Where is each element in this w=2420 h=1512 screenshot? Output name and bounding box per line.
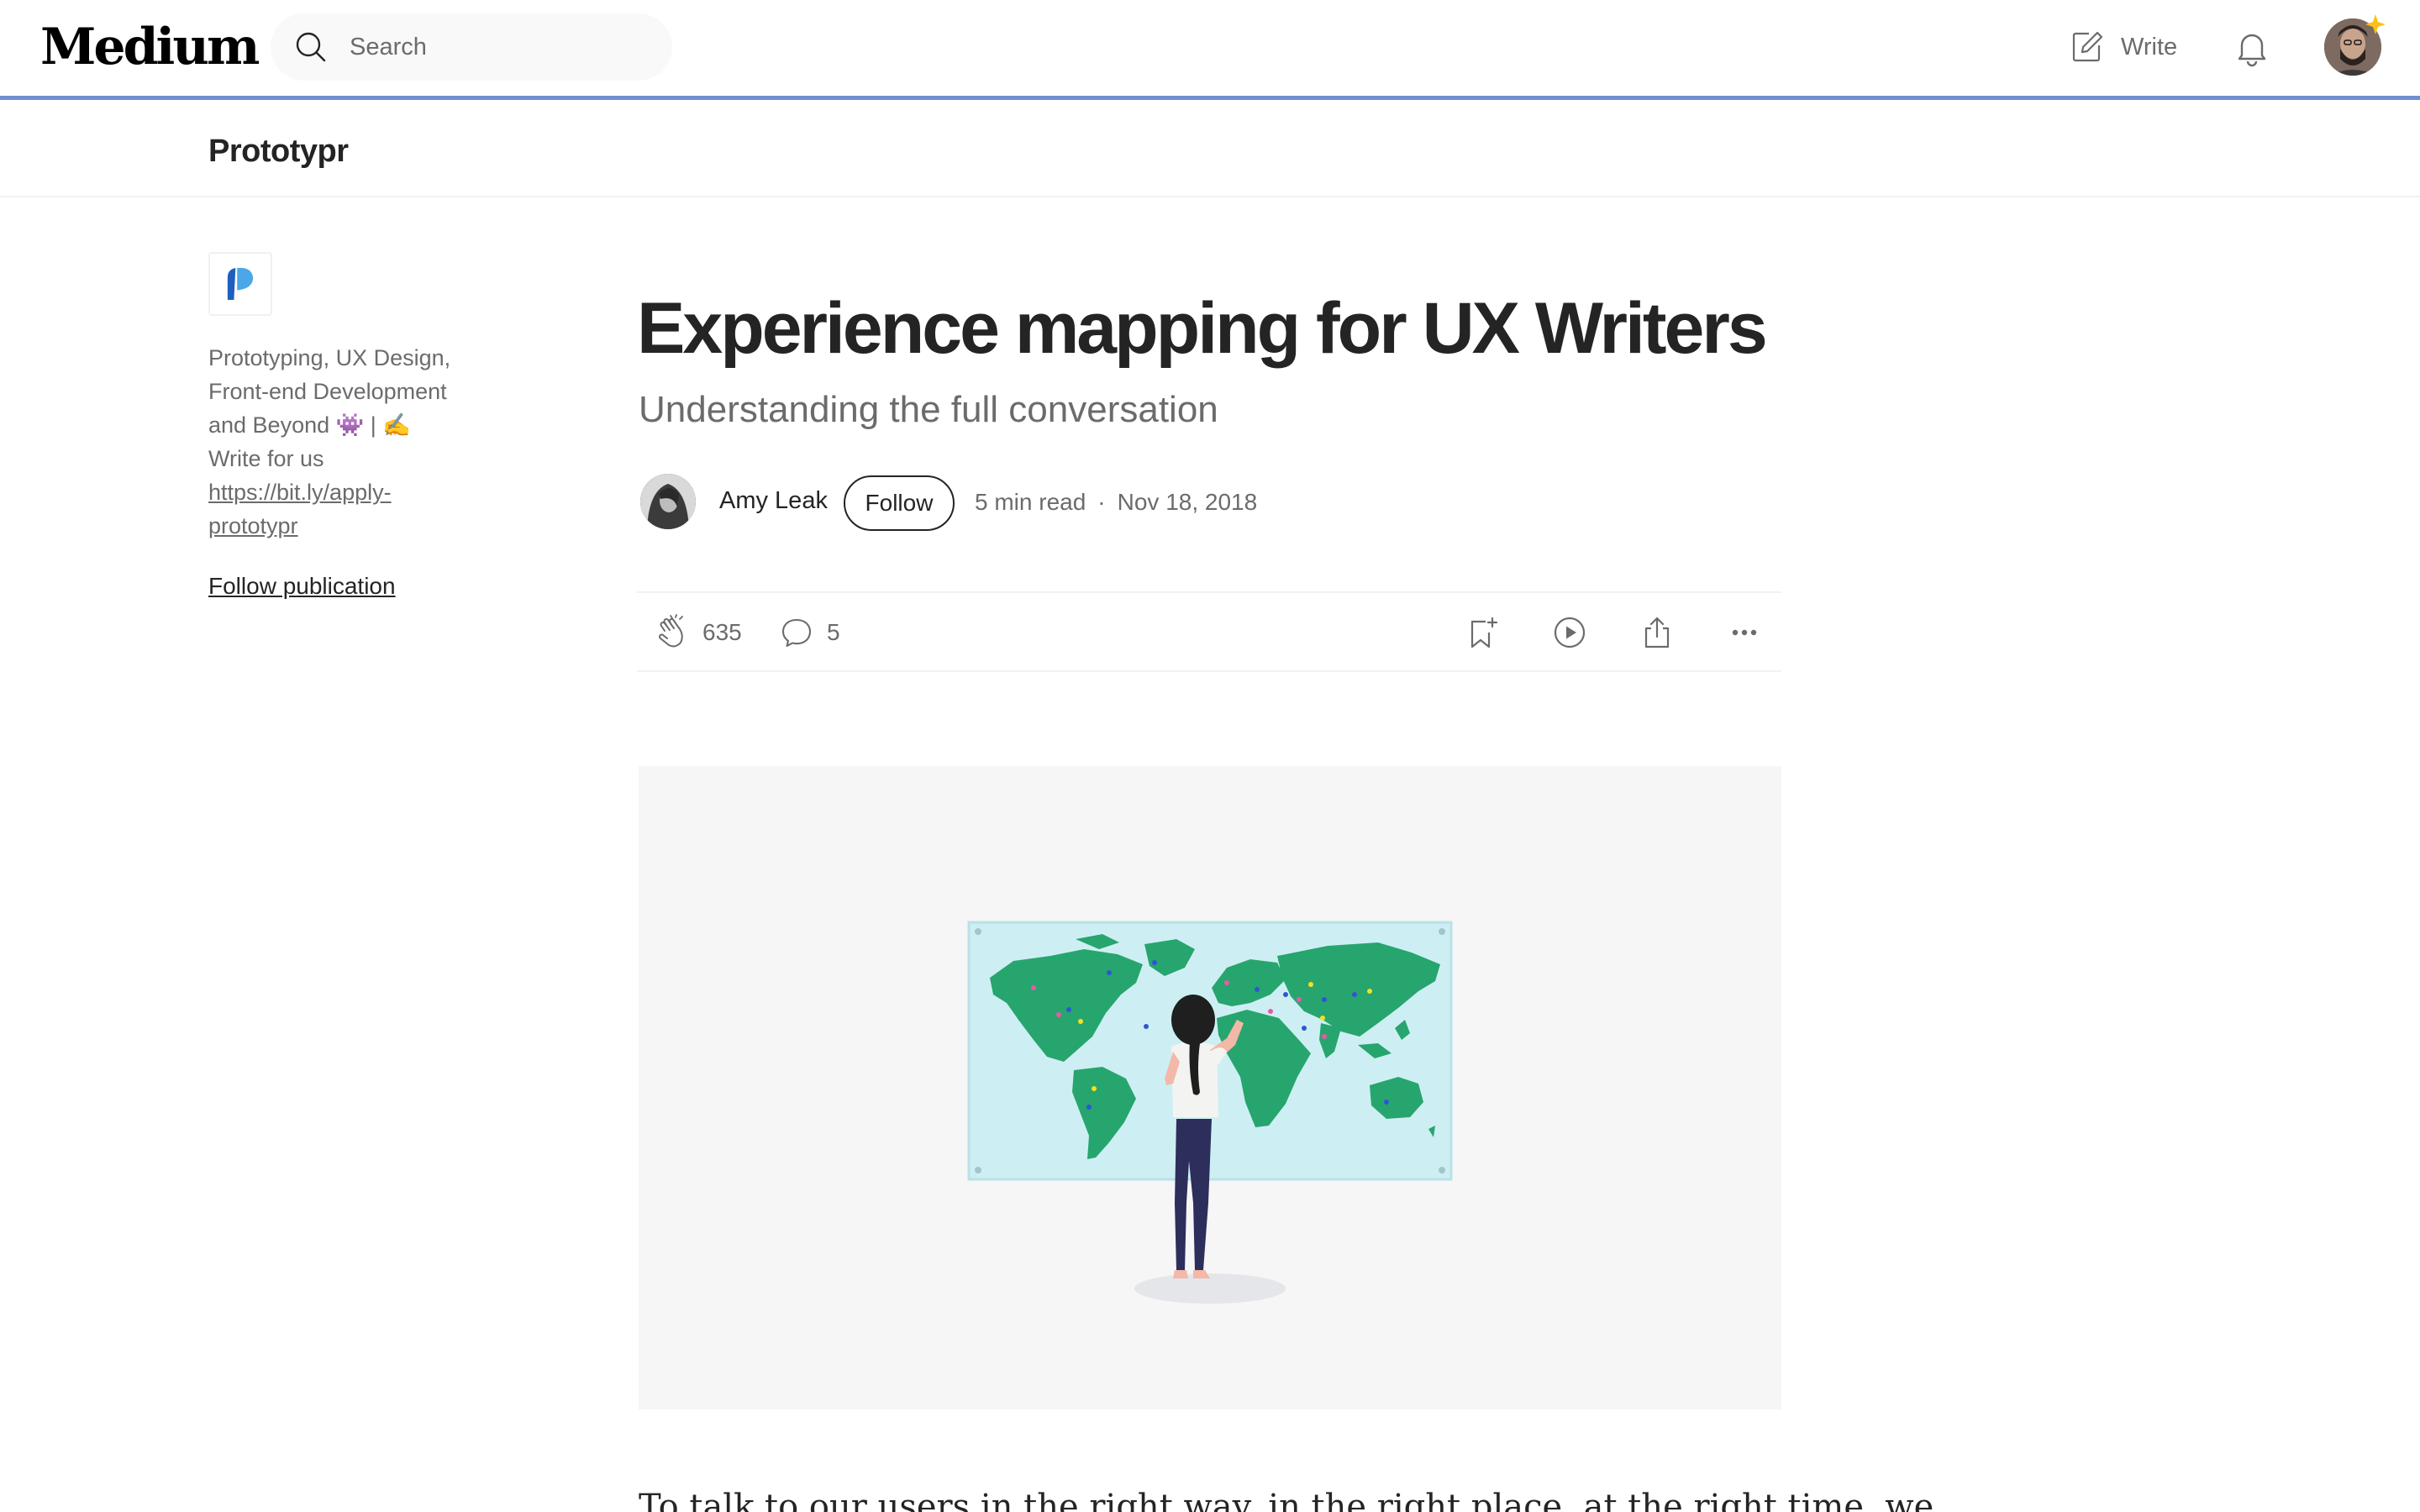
notifications-bell-icon[interactable] [2232,27,2272,67]
author-avatar-image [640,474,696,529]
meta-separator: · [1097,489,1106,515]
write-button[interactable]: Write [2069,24,2177,71]
read-time: 5 min read [975,489,1086,515]
write-icon [2072,31,2103,62]
author-name[interactable]: Amy Leak [719,487,828,515]
publication-bar: Prototypr [0,100,2420,197]
prototypr-logo-icon [227,267,254,300]
clap-icon [659,614,683,648]
more-options-button[interactable] [1726,612,1763,654]
article-meta: 5 min read · Nov 18, 2018 [975,489,1257,516]
save-button[interactable] [1464,612,1501,654]
author-row: Amy Leak Follow 5 min read · Nov 18, 2018 [640,474,1649,533]
share-button[interactable] [1639,612,1676,654]
hero-image [639,766,1781,1410]
bookmark-add-icon [1470,617,1498,648]
response-count: 5 [827,619,840,645]
member-star-icon [2365,14,2386,34]
clap-button[interactable]: 635 [654,612,742,654]
author-avatar[interactable] [640,474,696,529]
write-label: Write [2121,33,2178,60]
top-navigation-bar: Medium Write [0,0,2420,96]
publication-description: Prototyping, UX Design, Front-end Develo… [208,341,460,543]
article-title: Experience mapping for UX Writers [637,288,1768,369]
apply-link[interactable]: https://bit.ly/apply-prototypr [208,480,392,538]
article-subtitle: Understanding the full conversation [639,389,1218,430]
publication-description-text: Prototyping, UX Design, Front-end Develo… [208,345,451,471]
search-bar[interactable] [271,13,672,81]
more-horizontal-icon [1732,629,1757,636]
listen-button[interactable] [1551,612,1588,654]
play-icon [1554,617,1586,648]
publish-date: Nov 18, 2018 [1117,489,1258,515]
follow-author-button[interactable]: Follow [844,475,955,531]
world-map-illustration [967,921,1453,1304]
clap-count: 635 [702,619,742,645]
article-action-bar: 635 5 [637,591,1781,672]
publication-name[interactable]: Prototypr [208,134,349,170]
follow-publication-link[interactable]: Follow publication [208,573,396,600]
search-input[interactable] [350,29,652,66]
responses-button[interactable]: 5 [778,612,840,654]
medium-logo[interactable]: Medium [40,18,260,76]
search-icon [296,32,326,62]
share-icon [1644,617,1670,648]
comment-icon [781,618,812,648]
article-body-paragraph: To talk to our users in the right way, i… [639,1488,1934,1512]
publication-logo[interactable] [208,252,272,316]
